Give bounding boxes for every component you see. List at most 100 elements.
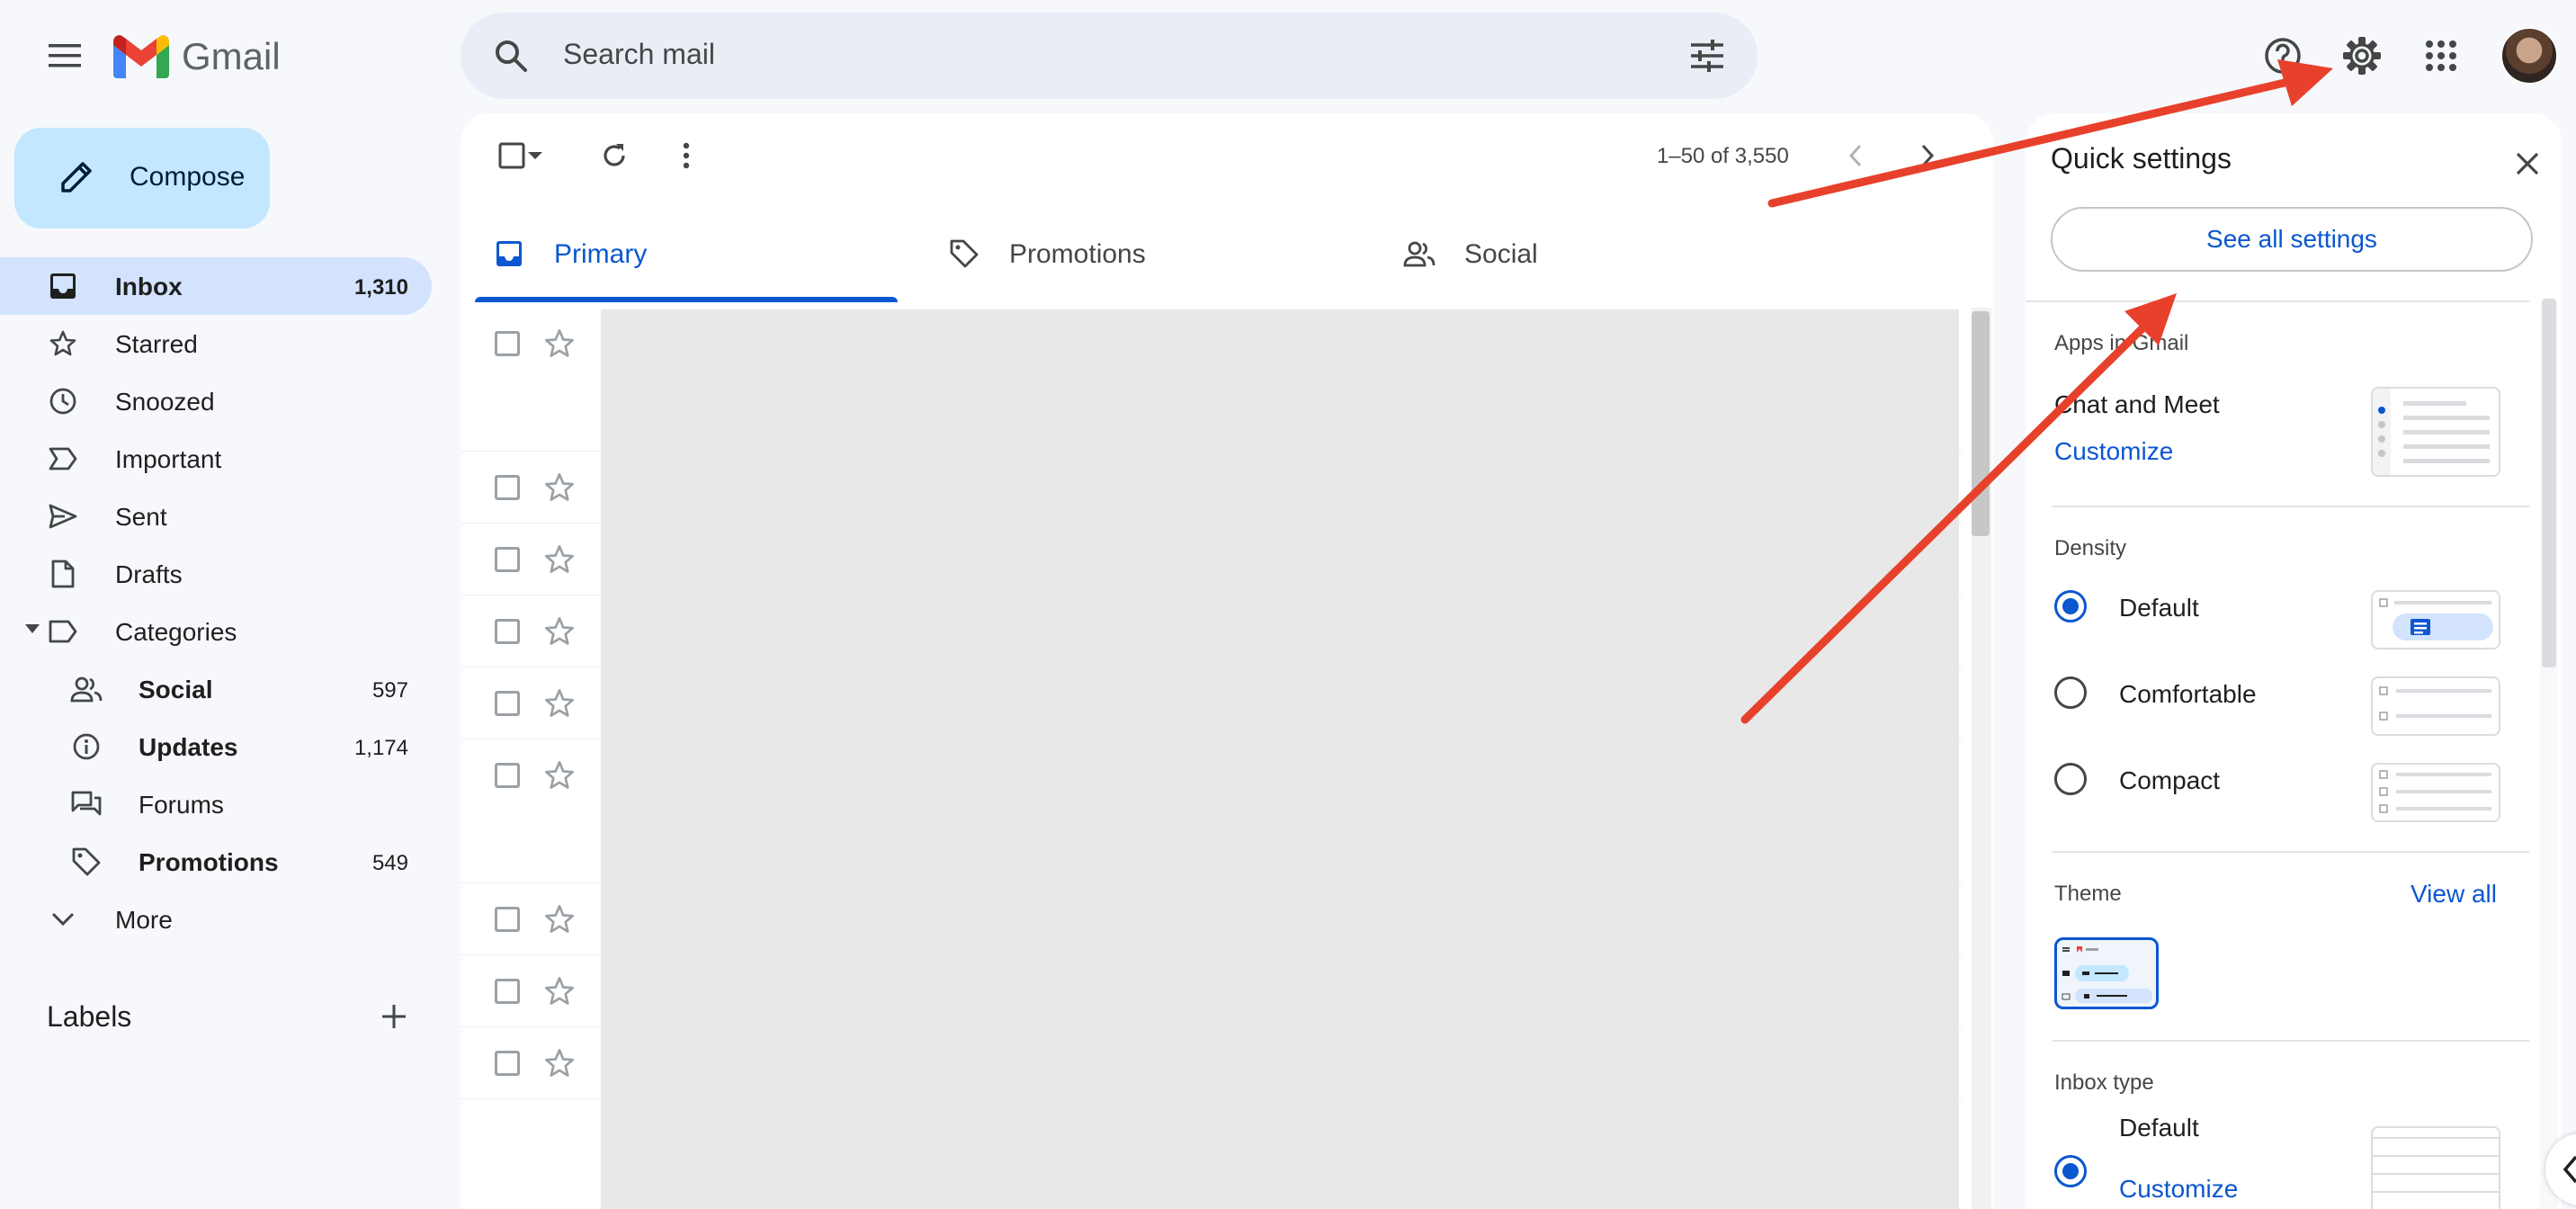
clock-icon [47,385,79,417]
list-scrollbar-thumb[interactable] [1972,311,1990,536]
star-icon[interactable] [543,903,576,936]
sidebar-item-starred[interactable]: Starred [0,315,432,372]
previous-page-icon[interactable] [1835,135,1876,176]
apps-grid-icon[interactable] [2412,27,2470,85]
density-compact-preview [2371,763,2500,822]
row-checkbox[interactable] [495,547,520,572]
divider [2026,300,2529,302]
divider [2053,506,2529,507]
gmail-m-icon [113,35,169,78]
tab-primary[interactable]: Primary [475,203,898,302]
sidebar-item-label: Important [115,445,222,473]
star-icon[interactable] [543,327,576,360]
search-input[interactable]: Search mail [563,38,715,71]
sidebar-item-drafts[interactable]: Drafts [0,545,432,603]
sidebar-item-snoozed[interactable]: Snoozed [0,372,432,430]
density-default-preview [2371,590,2500,649]
chat-meet-preview [2371,387,2500,477]
select-dropdown-icon[interactable] [522,135,549,176]
star-icon[interactable] [543,975,576,1008]
sidebar-item-label: Categories [115,618,237,646]
apps-section-title: Apps in Gmail [2054,331,2189,355]
sidebar-item-sent[interactable]: Sent [0,488,432,545]
expand-caret-icon[interactable] [25,624,40,633]
refresh-icon[interactable] [594,135,635,176]
people-icon [1403,237,1436,270]
app-name: Gmail [182,35,281,77]
compose-button[interactable]: Compose [14,128,270,228]
row-checkbox[interactable] [495,691,520,716]
sidebar-item-label: Drafts [115,560,183,588]
tab-promotions[interactable]: Promotions [930,203,1353,302]
sidebar-item-label: Promotions [139,848,279,876]
density-comfortable-radio[interactable] [2054,676,2087,709]
quick-settings-panel: Quick settings See all settings Apps in … [2026,113,2562,1209]
apps-customize-link[interactable]: Customize [2054,437,2173,466]
theme-view-all-link[interactable]: View all [2411,880,2497,909]
sidebar-item-label: Forums [139,791,224,819]
theme-default-thumbnail[interactable] [2054,937,2159,1009]
inbox-type-customize-link[interactable]: Customize [2119,1175,2238,1204]
density-compact-radio[interactable] [2054,763,2087,795]
see-all-settings-button[interactable]: See all settings [2051,207,2533,272]
tab-label: Promotions [1009,239,1146,269]
density-compact-label: Compact [2119,766,2221,794]
density-default-radio[interactable] [2054,590,2087,622]
row-checkbox[interactable] [495,763,520,788]
help-icon[interactable] [2254,27,2312,85]
row-checkbox[interactable] [495,907,520,932]
sidebar-item-social[interactable]: Social 597 [0,660,432,718]
unread-count: 1,310 [353,275,408,300]
inbox-type-default-label: Default [2119,1114,2199,1142]
search-bar[interactable]: Search mail [461,13,1758,99]
row-checkbox[interactable] [495,619,520,644]
gmail-logo[interactable]: Gmail [113,29,281,85]
search-options-icon[interactable] [1684,32,1731,79]
sidebar-item-updates[interactable]: Updates 1,174 [0,718,432,775]
theme-section-title: Theme [2054,882,2122,906]
row-checkbox[interactable] [495,1051,520,1076]
sidebar-item-important[interactable]: Important [0,430,432,488]
close-icon[interactable] [2506,142,2549,185]
add-label-icon[interactable] [372,995,416,1038]
tab-social[interactable]: Social [1385,203,1808,302]
inbox-icon [493,237,525,270]
more-options-icon[interactable] [666,135,707,176]
sidebar-item-inbox[interactable]: Inbox 1,310 [0,257,432,315]
send-icon [47,500,79,533]
star-icon [47,327,79,360]
star-icon[interactable] [543,759,576,792]
settings-gear-icon[interactable] [2333,27,2391,85]
row-checkbox[interactable] [495,979,520,1004]
hamburger-icon [49,44,81,67]
mail-list-panel: 1–50 of 3,550 Primary Promotions Social [461,113,1993,1209]
tab-label: Primary [554,239,648,269]
unread-count: 549 [371,851,408,875]
main-menu-button[interactable] [36,27,94,85]
star-icon[interactable] [543,687,576,720]
star-icon[interactable] [543,1047,576,1079]
tab-label: Social [1464,239,1538,269]
density-section-title: Density [2054,536,2127,560]
sidebar-item-more[interactable]: More [0,891,432,948]
chevron-left-icon [2563,1155,2576,1184]
account-avatar[interactable] [2500,27,2558,85]
density-default-label: Default [2119,594,2199,622]
search-icon[interactable] [487,32,534,79]
row-checkbox[interactable] [495,331,520,356]
redacted-email-content [601,309,1959,1209]
inbox-type-default-radio[interactable] [2054,1155,2087,1187]
star-icon[interactable] [543,543,576,576]
sidebar-item-forums[interactable]: Forums [0,775,432,833]
sidebar-item-label: Snoozed [115,388,215,416]
density-comfortable-label: Comfortable [2119,680,2257,708]
next-page-icon[interactable] [1907,135,1948,176]
star-icon[interactable] [543,471,576,504]
star-icon[interactable] [543,615,576,648]
sidebar-item-categories[interactable]: Categories [0,603,432,660]
sidebar-item-promotions[interactable]: Promotions 549 [0,833,432,891]
settings-scrollbar-thumb[interactable] [2542,299,2556,667]
divider [2053,851,2529,853]
chat-meet-label: Chat and Meet [2054,390,2220,418]
row-checkbox[interactable] [495,475,520,500]
